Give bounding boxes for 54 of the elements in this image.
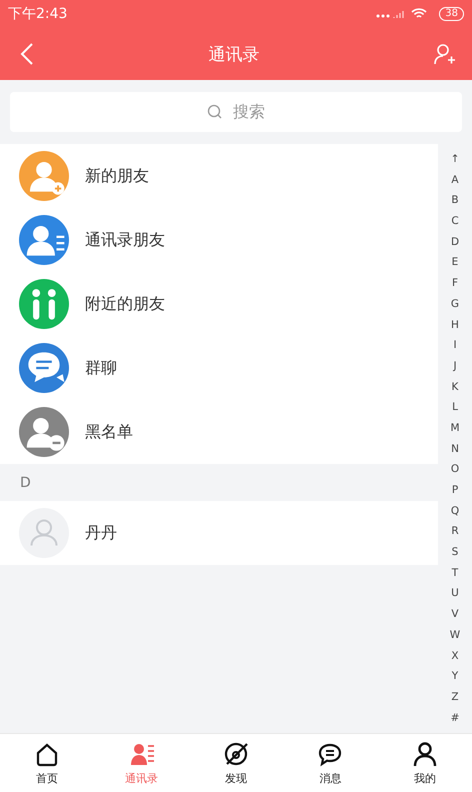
index-letter[interactable]: I xyxy=(453,335,457,356)
avatar-icon xyxy=(19,508,69,558)
menu-item[interactable]: 通讯录朋友 xyxy=(0,208,438,272)
index-letter[interactable]: Y xyxy=(452,666,458,687)
index-letter[interactable]: H xyxy=(451,314,459,336)
back-icon[interactable] xyxy=(20,42,34,66)
index-letter[interactable]: A xyxy=(451,170,459,190)
index-letter[interactable]: F xyxy=(452,273,458,294)
menu-item-label: 通讯录朋友 xyxy=(85,230,165,250)
index-letter[interactable]: P xyxy=(452,480,458,501)
section-letter: D xyxy=(20,474,31,490)
index-letter[interactable]: B xyxy=(451,190,459,212)
tab[interactable]: 发现 xyxy=(188,734,284,792)
index-letter[interactable]: D xyxy=(450,232,460,252)
index-letter[interactable]: X xyxy=(451,646,459,666)
index-letter[interactable]: M xyxy=(450,418,460,439)
index-letter[interactable]: W xyxy=(450,624,460,646)
status-time: 下午2:43 xyxy=(8,5,68,23)
menu-item[interactable]: 附近的朋友 xyxy=(0,272,438,336)
index-letter[interactable]: N xyxy=(451,438,459,460)
index-letter[interactable]: J xyxy=(453,356,457,377)
battery-level: 38 xyxy=(439,7,464,21)
index-letter[interactable]: L xyxy=(452,397,458,418)
menu-item[interactable]: 新的朋友 xyxy=(0,144,438,208)
discover-tab-icon xyxy=(222,740,250,768)
index-letter[interactable]: G xyxy=(450,294,460,314)
menu-item-label: 新的朋友 xyxy=(85,166,149,186)
tab[interactable]: 我的 xyxy=(378,734,472,792)
index-letter[interactable]: R xyxy=(451,521,459,542)
search-icon xyxy=(207,104,223,120)
menu-item[interactable]: 黑名单 xyxy=(0,400,438,464)
index-letter[interactable]: ↑ xyxy=(450,149,460,170)
index-letter[interactable]: K xyxy=(452,376,458,398)
index-letter[interactable]: S xyxy=(452,542,458,563)
menu-item-label: 黑名单 xyxy=(85,422,133,442)
index-letter[interactable]: Q xyxy=(450,500,460,522)
index-letter[interactable]: T xyxy=(452,562,458,584)
tab[interactable]: 消息 xyxy=(283,734,378,792)
page-title: 通讯录 xyxy=(208,44,260,66)
tab[interactable]: 首页 xyxy=(0,734,94,792)
index-letter[interactable]: U xyxy=(451,583,459,604)
search-placeholder: 搜索 xyxy=(233,102,265,122)
index-letter[interactable]: E xyxy=(452,252,458,274)
add-contact-icon[interactable] xyxy=(434,43,456,65)
menu-item[interactable]: 群聊 xyxy=(0,336,438,400)
index-letter[interactable]: C xyxy=(451,211,459,232)
contact-row[interactable]: 丹丹 xyxy=(0,501,438,565)
index-letter[interactable]: Z xyxy=(451,686,459,708)
index-letter[interactable]: O xyxy=(450,459,460,480)
menu-item-label: 群聊 xyxy=(85,358,117,378)
index-letter[interactable]: V xyxy=(451,604,459,625)
contact-name: 丹丹 xyxy=(85,522,117,544)
index-letter[interactable]: # xyxy=(450,708,460,728)
menu-item-label: 附近的朋友 xyxy=(85,294,165,314)
